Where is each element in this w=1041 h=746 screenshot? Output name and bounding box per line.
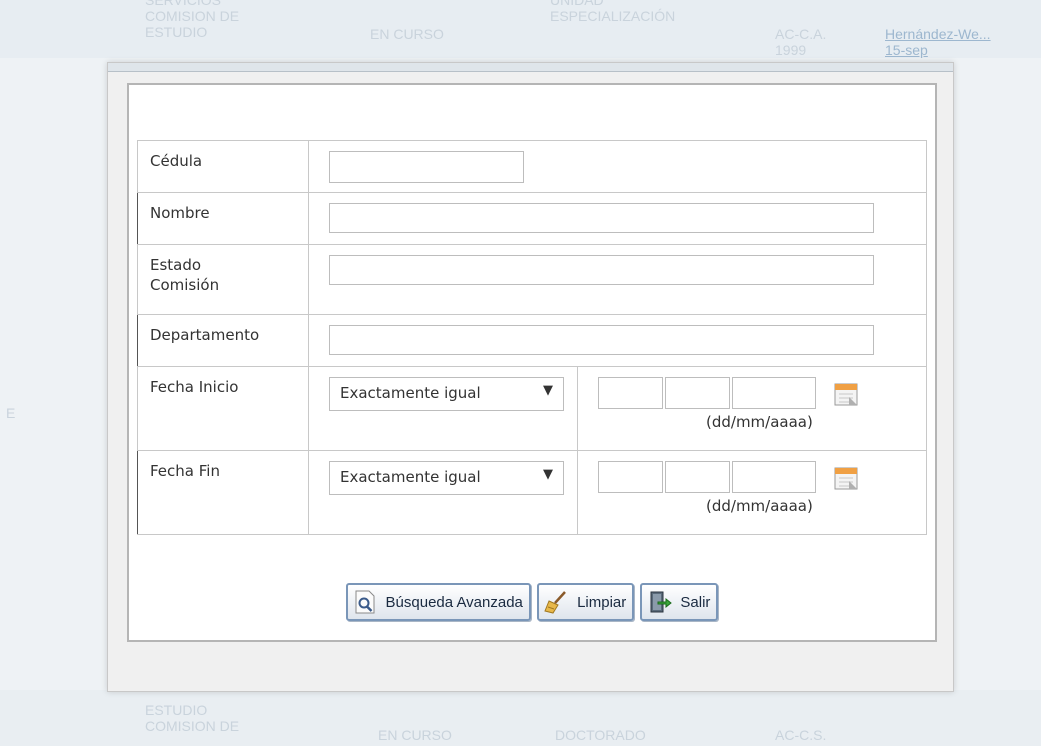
row-departamento: Departamento	[137, 314, 927, 367]
bg-cell-type: SERVICIOS COMISION DE ESTUDIO	[145, 0, 240, 40]
fecha-fin-date-cell: (dd/mm/aaaa)	[577, 450, 927, 535]
triangle-down-icon: ▼	[543, 383, 553, 398]
button-bar: Búsqueda Avanzada Limpiar Salir	[129, 583, 935, 621]
fecha-fin-month-input[interactable]	[665, 461, 730, 493]
calendar-icon[interactable]	[833, 381, 859, 407]
fecha-inicio-day-input[interactable]	[598, 377, 663, 409]
bg-cell-status: EN CURSO	[370, 26, 444, 42]
bg-cell-status-2: EN CURSO	[378, 727, 452, 743]
calendar-icon[interactable]	[833, 465, 859, 491]
fecha-fin-label: Fecha Fin	[137, 450, 309, 535]
nombre-cell	[308, 192, 927, 245]
exit-label: Salir	[680, 593, 711, 611]
row-nombre: Nombre	[137, 192, 927, 245]
fecha-fin-operator-value: Exactamente igual	[340, 468, 481, 486]
advanced-search-label: Búsqueda Avanzada	[385, 593, 523, 611]
clear-button[interactable]: Limpiar	[537, 583, 635, 621]
fecha-fin-format-hint: (dd/mm/aaaa)	[706, 497, 813, 515]
bg-cell-type-2: ESTUDIO COMISION DE	[145, 702, 240, 734]
fecha-inicio-month-input[interactable]	[665, 377, 730, 409]
fecha-inicio-operator-value: Exactamente igual	[340, 384, 481, 402]
fecha-inicio-year-input[interactable]	[732, 377, 816, 409]
estado-comision-cell	[308, 244, 927, 315]
fecha-inicio-date-cell: (dd/mm/aaaa)	[577, 366, 927, 451]
fecha-fin-year-input[interactable]	[732, 461, 816, 493]
fecha-fin-day-input[interactable]	[598, 461, 663, 493]
departamento-label: Departamento	[137, 314, 309, 367]
fecha-fin-operator-select[interactable]: Exactamente igual ▼	[329, 461, 564, 495]
cedula-input[interactable]	[329, 151, 524, 183]
fecha-inicio-operator-cell: Exactamente igual ▼	[308, 366, 578, 451]
advanced-search-dialog: Cédula Nombre Estado Comisión Departamen…	[107, 62, 954, 692]
triangle-down-icon: ▼	[543, 467, 553, 482]
bg-left-marker: E	[6, 405, 16, 421]
fecha-inicio-label: Fecha Inicio	[137, 366, 309, 451]
bg-cell-link[interactable]: Hernández-We... 15-sep	[885, 26, 991, 58]
fecha-inicio-operator-select[interactable]: Exactamente igual ▼	[329, 377, 564, 411]
exit-button[interactable]: Salir	[640, 583, 719, 621]
row-fecha-inicio: Fecha Inicio Exactamente igual ▼ (dd/mm/…	[137, 366, 927, 451]
departamento-input[interactable]	[329, 325, 874, 355]
search-form-panel: Cédula Nombre Estado Comisión Departamen…	[127, 83, 937, 642]
exit-door-icon	[650, 591, 673, 613]
bg-cell-level-2: DOCTORADO	[555, 727, 646, 743]
nombre-input[interactable]	[329, 203, 874, 233]
fecha-inicio-format-hint: (dd/mm/aaaa)	[706, 413, 813, 431]
estado-comision-input[interactable]	[329, 255, 874, 285]
advanced-search-button[interactable]: Búsqueda Avanzada	[345, 583, 531, 621]
row-fecha-fin: Fecha Fin Exactamente igual ▼ (dd/mm/aaa…	[137, 450, 927, 535]
search-form-table: Cédula Nombre Estado Comisión Departamen…	[137, 140, 927, 535]
nombre-label: Nombre	[137, 192, 309, 245]
bg-cell-code: AC-C.A. 1999	[775, 26, 827, 58]
row-cedula: Cédula	[137, 140, 927, 193]
dialog-top-bar	[108, 63, 953, 72]
fecha-fin-operator-cell: Exactamente igual ▼	[308, 450, 578, 535]
estado-comision-label: Estado Comisión	[137, 244, 309, 315]
bg-cell-code-2: AC-C.S.	[775, 727, 827, 743]
clear-label: Limpiar	[577, 593, 627, 611]
departamento-cell	[308, 314, 927, 367]
row-estado-comision: Estado Comisión	[137, 244, 927, 315]
bg-cell-level: UNIDAD ESPECIALIZACIÓN	[550, 0, 676, 24]
broom-icon	[544, 591, 566, 614]
cedula-label: Cédula	[137, 140, 309, 193]
magnifier-icon	[355, 590, 375, 614]
cedula-cell	[308, 140, 927, 193]
